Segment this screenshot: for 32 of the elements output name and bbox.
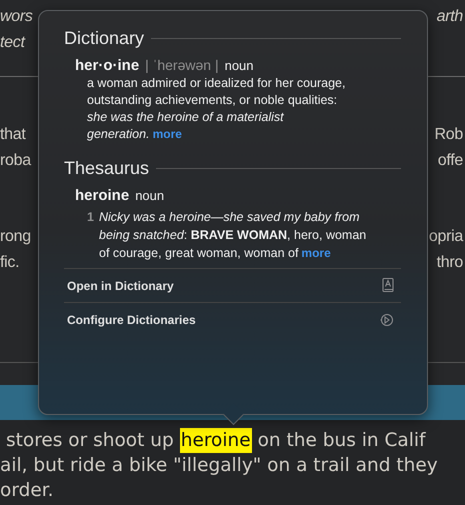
part-of-speech: noun: [224, 58, 254, 73]
text-line: ail, but ride a bike "illegally" on a trail and they: [0, 454, 438, 478]
pronunciation: | ˈherəwən |: [145, 57, 219, 73]
text-fragment: wors: [0, 7, 33, 27]
section-heading: Thesaurus: [64, 157, 150, 180]
more-link[interactable]: more: [301, 246, 331, 260]
text-fragment: that: [0, 125, 26, 145]
text-line: stores or shoot up: [6, 429, 174, 453]
text-fragment: thro: [436, 253, 463, 273]
text-fragment: roba: [0, 151, 31, 171]
text-line: on the bus in Calif: [258, 429, 426, 453]
more-link[interactable]: more: [152, 127, 182, 141]
text-fragment: offe: [438, 151, 463, 171]
text-fragment: arth: [436, 7, 463, 27]
text-fragment: rong: [0, 227, 31, 247]
synonym-text: Nicky was a heroine—she saved my baby from being snatched: BRAVE WOMAN, hero, woman of courage, great woman, woman of more: [99, 209, 368, 262]
text-fragment: tect: [0, 33, 25, 53]
highlighted-word: heroine: [180, 428, 252, 453]
example-sentence: she was the heroine of a materialist generation. more: [86, 109, 285, 143]
part-of-speech: noun: [135, 188, 164, 203]
text-fragment: fic.: [0, 253, 20, 273]
menu-item[interactable]: Configure Dictionaries: [67, 312, 196, 326]
book-icon: [382, 278, 394, 293]
text-line: order.: [0, 479, 54, 503]
menu-item[interactable]: Open in Dictionary: [67, 278, 174, 292]
definition: a woman admired or idealized for her courage, outstanding achievements, or noble qualities:: [86, 75, 346, 109]
sense-number: 1: [87, 209, 95, 226]
headword: her·o·ine: [75, 57, 140, 74]
section-heading: Dictionary: [64, 27, 144, 50]
text-fragment: Rob: [434, 125, 463, 145]
headword: heroine: [75, 187, 130, 204]
text-fragment: opria: [428, 227, 463, 247]
